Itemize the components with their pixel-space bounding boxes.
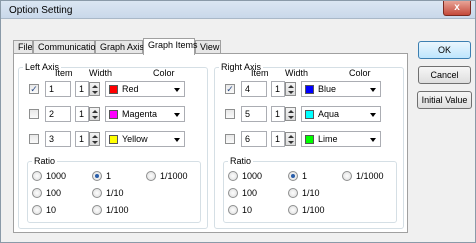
chevron-down-icon	[174, 113, 180, 117]
magenta-swatch	[109, 110, 118, 119]
left-axis-group: Left Axis Item Width Color ✓ 1 1 Red 2 1	[18, 62, 208, 229]
right-row-3: 6 1 Lime	[215, 131, 403, 147]
right-row-1-spinner[interactable]	[285, 82, 296, 96]
left-row-1-width[interactable]: 1	[75, 81, 89, 97]
title-bar: Option Setting x	[1, 1, 475, 19]
right-ratio-label: Ratio	[228, 156, 254, 166]
chevron-down-icon	[174, 138, 180, 142]
left-ratio-group: Ratio 1000 1 1/1000 100 1/10 10 1/100	[27, 156, 201, 223]
left-row-2-color-select[interactable]: Magenta	[105, 106, 185, 122]
chevron-down-icon	[370, 113, 376, 117]
left-row-3-item[interactable]: 3	[45, 131, 71, 147]
left-row-3-color-name: Yellow	[122, 134, 148, 144]
red-swatch	[109, 85, 118, 94]
right-row-2-spinner[interactable]	[285, 107, 296, 121]
left-row-2-width[interactable]: 1	[75, 106, 89, 122]
blue-swatch	[305, 85, 314, 94]
left-row-3-color-select[interactable]: Yellow	[105, 131, 185, 147]
left-ratio-label: Ratio	[32, 156, 58, 166]
right-row-3-width[interactable]: 1	[271, 131, 285, 147]
right-axis-group: Right Axis Item Width Color ✓ 4 1 Blue 5…	[214, 62, 404, 229]
right-row-1-color-name: Blue	[318, 84, 337, 94]
left-color-header: Color	[153, 68, 175, 78]
right-row-2-color-select[interactable]: Aqua	[301, 106, 381, 122]
left-row-3-checkbox[interactable]	[29, 134, 39, 144]
right-row-1-item[interactable]: 4	[241, 81, 267, 97]
option-setting-window: Option Setting x File Communication Grap…	[0, 0, 476, 243]
left-row-1-color-name: Red	[122, 84, 139, 94]
tab-graph-items[interactable]: Graph Items	[143, 38, 198, 55]
right-row-3-checkbox[interactable]	[225, 134, 235, 144]
right-row-1-width[interactable]: 1	[271, 81, 285, 97]
tab-view[interactable]: View	[195, 40, 221, 54]
right-row-1: ✓ 4 1 Blue	[215, 81, 403, 97]
left-row-3-spinner[interactable]	[89, 132, 100, 146]
window-title: Option Setting	[9, 5, 73, 16]
left-row-1-color-select[interactable]: Red	[105, 81, 185, 97]
lime-swatch	[305, 135, 314, 144]
left-row-1-spinner[interactable]	[89, 82, 100, 96]
close-button[interactable]: x	[443, 1, 471, 16]
aqua-swatch	[305, 110, 314, 119]
right-row-3-color-select[interactable]: Lime	[301, 131, 381, 147]
initial-value-button[interactable]: Initial Value	[417, 91, 472, 109]
right-row-1-color-select[interactable]: Blue	[301, 81, 381, 97]
left-row-2-item[interactable]: 2	[45, 106, 71, 122]
yellow-swatch	[109, 135, 118, 144]
chevron-down-icon	[370, 88, 376, 92]
left-row-1-item[interactable]: 1	[45, 81, 71, 97]
right-row-1-checkbox[interactable]: ✓	[225, 84, 235, 94]
right-item-header: Item	[251, 68, 269, 78]
right-row-3-item[interactable]: 6	[241, 131, 267, 147]
left-row-2: 2 1 Magenta	[19, 106, 207, 122]
left-row-2-color-name: Magenta	[122, 109, 158, 119]
left-width-header: Width	[89, 68, 113, 78]
left-item-header: Item	[55, 68, 73, 78]
right-row-2-color-name: Aqua	[318, 109, 340, 119]
ok-button[interactable]: OK	[418, 41, 471, 59]
left-row-3-width[interactable]: 1	[75, 131, 89, 147]
right-color-header: Color	[349, 68, 371, 78]
tab-communication[interactable]: Communication	[33, 40, 101, 54]
right-row-3-color-name: Lime	[318, 134, 338, 144]
tab-file[interactable]: File	[13, 40, 33, 54]
cancel-button[interactable]: Cancel	[418, 66, 471, 84]
right-row-2: 5 1 Aqua	[215, 106, 403, 122]
right-row-2-checkbox[interactable]	[225, 109, 235, 119]
right-width-header: Width	[285, 68, 309, 78]
left-row-3: 3 1 Yellow	[19, 131, 207, 147]
chevron-down-icon	[174, 88, 180, 92]
left-row-2-spinner[interactable]	[89, 107, 100, 121]
graph-items-panel: Left Axis Item Width Color ✓ 1 1 Red 2 1	[13, 53, 408, 233]
left-row-1-checkbox[interactable]: ✓	[29, 84, 39, 94]
left-row-2-checkbox[interactable]	[29, 109, 39, 119]
right-row-3-spinner[interactable]	[285, 132, 296, 146]
right-ratio-group: Ratio 1000 1 1/1000 100 1/10 10 1/100	[223, 156, 397, 223]
tab-graph-axis[interactable]: Graph Axis	[95, 40, 144, 54]
right-row-2-width[interactable]: 1	[271, 106, 285, 122]
right-row-2-item[interactable]: 5	[241, 106, 267, 122]
chevron-down-icon	[370, 138, 376, 142]
left-row-1: ✓ 1 1 Red	[19, 81, 207, 97]
